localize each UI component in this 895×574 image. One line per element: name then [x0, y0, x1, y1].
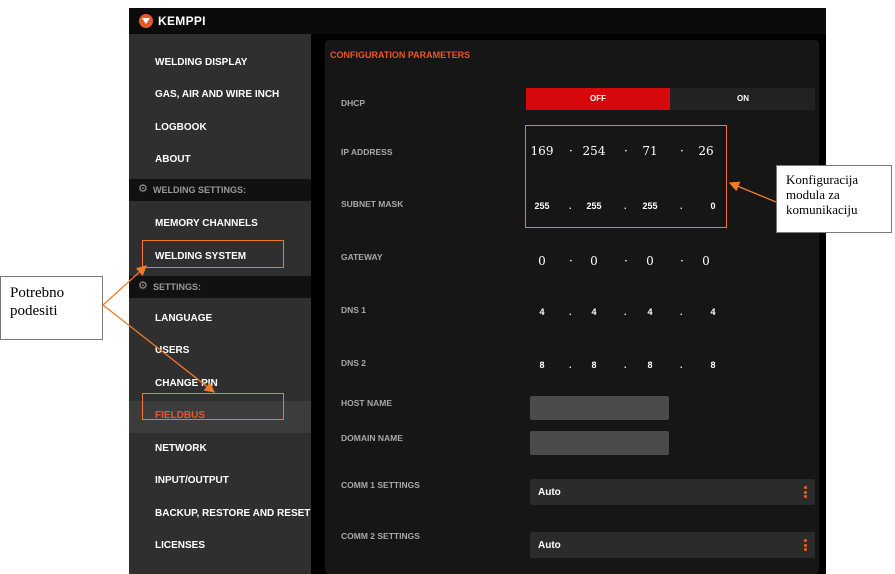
- arrow-to-ip-config: [728, 181, 777, 203]
- annotation-arrows: [102, 181, 777, 393]
- arrow-to-welding-system: [102, 265, 147, 306]
- arrow-to-fieldbus: [102, 304, 216, 393]
